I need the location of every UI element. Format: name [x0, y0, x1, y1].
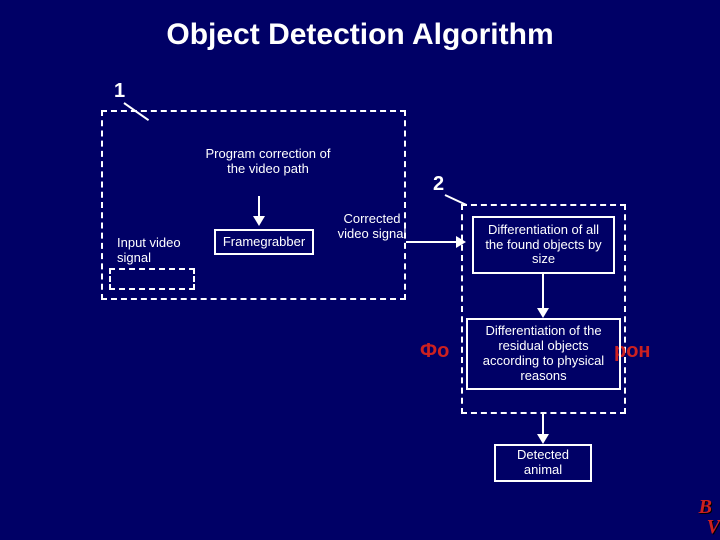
arrow-physical-to-detected-head — [537, 434, 549, 444]
diff-physical-box: Differentiation of the residual objects … — [466, 318, 621, 390]
bg-red-text-left: Фо — [420, 340, 449, 363]
logo-letter-b: B — [699, 496, 712, 518]
arrow-size-to-physical-head — [537, 308, 549, 318]
framegrabber-box: Framegrabber — [214, 229, 314, 255]
group-1-label: 1 — [114, 80, 125, 103]
arrow-size-to-physical — [542, 274, 544, 310]
program-correction-label: Program correction of the video path — [198, 143, 338, 181]
corrected-video-label: Corrected video signal — [332, 208, 412, 246]
detected-animal-box: Detected animal — [494, 444, 592, 482]
logo: B V — [699, 498, 712, 534]
arrow-program-to-framegrabber — [258, 196, 260, 218]
logo-letter-v: V — [707, 516, 720, 538]
arrow-physical-to-detected — [542, 414, 544, 436]
arrow-box1-to-box2 — [406, 241, 458, 243]
input-sub-box — [109, 268, 195, 290]
page-title: Object Detection Algorithm — [0, 18, 720, 52]
diff-by-size-box: Differentiation of all the found objects… — [472, 216, 615, 274]
group-2-label: 2 — [433, 173, 444, 196]
arrow-program-to-framegrabber-head — [253, 216, 265, 226]
input-video-label: Input video signal — [113, 232, 198, 270]
